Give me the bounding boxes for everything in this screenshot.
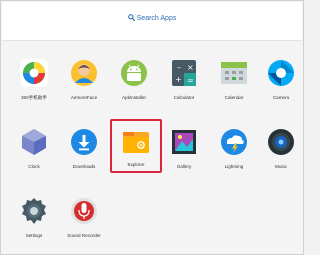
camera-icon — [268, 60, 294, 86]
app-clock[interactable]: Clock — [8, 124, 60, 176]
app-label: Gallery — [176, 164, 192, 169]
calendar-icon — [221, 62, 247, 84]
android-installer-icon — [121, 60, 147, 86]
app-explorer[interactable]: Explorer — [110, 119, 162, 173]
app-label: Calendar — [224, 95, 244, 100]
app-label: Lightning — [224, 164, 244, 169]
svg-text:×: × — [187, 63, 194, 72]
search-field[interactable]: Search Apps — [2, 14, 302, 22]
speaker-icon — [268, 129, 294, 155]
svg-text:+: + — [175, 75, 182, 84]
app-label: 360手机助手 — [20, 95, 48, 100]
app-label: Calculator — [173, 95, 195, 100]
app-settings[interactable]: Settings — [8, 193, 60, 245]
microphone-icon — [71, 198, 97, 224]
svg-text:–: – — [177, 63, 181, 72]
app-sound-recorder[interactable]: Sound Recorder — [58, 193, 110, 245]
airmore-face-icon — [71, 60, 97, 86]
app-apkinstaller[interactable]: ApkInstaller — [108, 55, 160, 107]
app-camera[interactable]: Camera — [255, 55, 307, 107]
search-label: Search Apps — [136, 15, 177, 22]
app-label: Settings — [25, 233, 43, 238]
app-calculator[interactable]: – × + = Calculator — [158, 55, 210, 107]
lightning-icon — [221, 129, 247, 155]
app-label: AirmoreFace — [70, 95, 98, 100]
search-icon — [127, 14, 135, 21]
app-label: Music — [275, 164, 287, 169]
app-drawer: Search Apps 360手机助手 AirmoreFace ApkInsta… — [0, 0, 304, 255]
app-calendar[interactable]: Calendar — [208, 55, 260, 107]
app-lightning[interactable]: Lightning — [208, 124, 260, 176]
clock-icon — [22, 129, 46, 155]
app-label: Camera — [272, 95, 290, 100]
folder-icon — [123, 132, 149, 153]
calculator-icon: – × + = — [172, 60, 196, 86]
app-label: Downloads — [72, 164, 96, 169]
app-label: Explorer — [127, 162, 145, 167]
app-gallery[interactable]: Gallery — [158, 124, 210, 176]
app-airmore-face[interactable]: AirmoreFace — [58, 55, 110, 107]
download-icon — [71, 129, 97, 155]
app-360-assistant[interactable]: 360手机助手 — [8, 55, 60, 107]
app-downloads[interactable]: Downloads — [58, 124, 110, 176]
app-label: Clock — [28, 164, 40, 169]
gear-icon — [22, 198, 46, 224]
360-assistant-icon — [20, 59, 48, 87]
app-label: Sound Recorder — [67, 233, 101, 238]
gallery-icon — [172, 130, 196, 154]
search-bar[interactable]: Search Apps — [2, 2, 302, 41]
app-label: ApkInstaller — [121, 95, 146, 100]
svg-text:=: = — [187, 76, 194, 85]
app-music[interactable]: Music — [255, 124, 307, 176]
